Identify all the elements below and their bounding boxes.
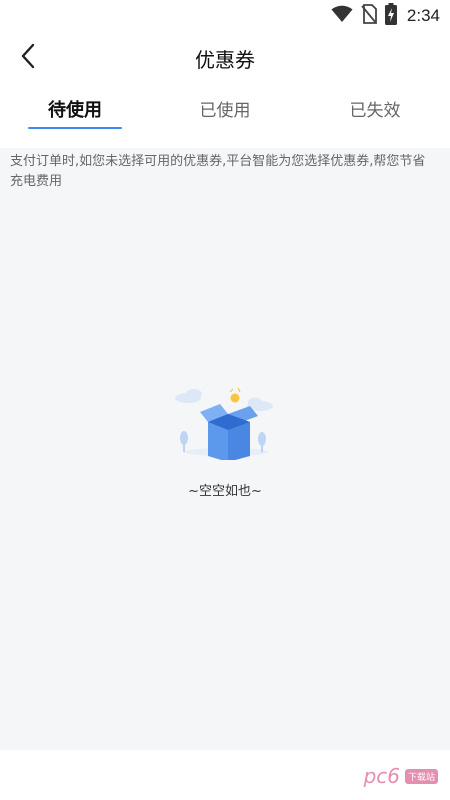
coupon-list-area[interactable]: 支付订单时,如您未选择可用的优惠券,平台智能为您选择优惠券,帮您节省充电费用 ~… bbox=[0, 148, 450, 750]
watermark-logo: pc6 下载站 bbox=[364, 764, 438, 788]
page-title: 优惠券 bbox=[195, 48, 255, 72]
nav-bar: 优惠券 bbox=[0, 32, 450, 84]
empty-state: ~空空如也~ bbox=[0, 386, 450, 499]
watermark-badge: 下载站 bbox=[404, 768, 438, 784]
tab-expired[interactable]: 已失效 bbox=[300, 96, 450, 121]
status-icons: 2:34 bbox=[331, 3, 440, 29]
tab-pending[interactable]: 待使用 bbox=[0, 96, 150, 122]
active-tab-indicator bbox=[28, 127, 122, 129]
tab-bar: 待使用 已使用 已失效 bbox=[0, 86, 450, 134]
watermark-text: pc6 bbox=[363, 764, 400, 788]
tab-used[interactable]: 已使用 bbox=[150, 96, 300, 121]
empty-state-text: ~空空如也~ bbox=[188, 484, 262, 499]
status-bar: 2:34 bbox=[0, 0, 450, 32]
coupon-notice: 支付订单时,如您未选择可用的优惠券,平台智能为您选择优惠券,帮您节省充电费用 bbox=[10, 154, 426, 189]
empty-box-illustration bbox=[170, 386, 280, 464]
status-time: 2:34 bbox=[406, 6, 440, 25]
no-sim-icon bbox=[361, 4, 377, 28]
bottom-area: pc6 下载站 bbox=[0, 750, 450, 800]
battery-charging-icon bbox=[384, 3, 397, 29]
wifi-icon bbox=[331, 5, 353, 27]
